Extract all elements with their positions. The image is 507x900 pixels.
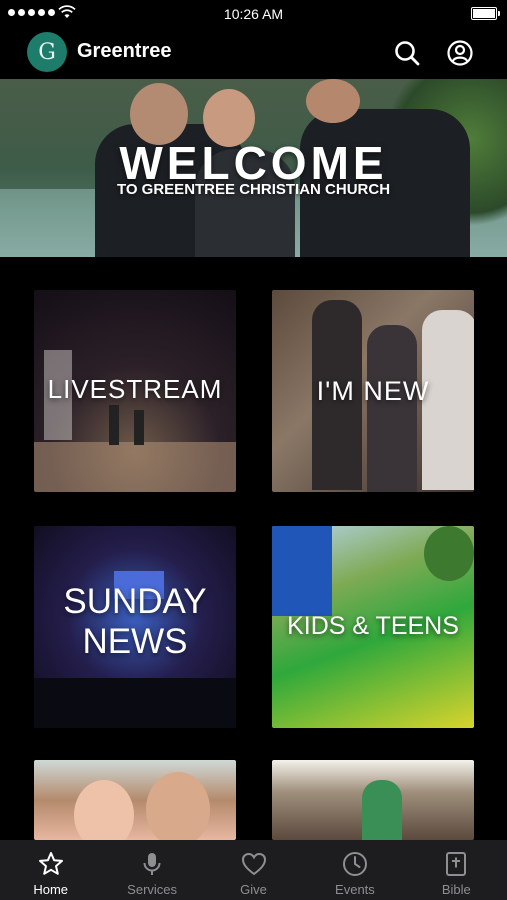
logo-letter: G [38,39,56,65]
church-logo[interactable]: G [27,32,67,72]
tab-home[interactable]: Home [0,840,101,900]
app-title: Greentree [77,40,172,62]
tab-bible-label: Bible [441,882,471,897]
im-new-label: I'M NEW [316,376,430,406]
battery-icon [471,7,500,20]
tab-bar: Home Services Give Events Bible [0,840,507,900]
tab-give-label: Give [240,882,267,897]
bible-icon [446,852,467,876]
status-time: 10:26 AM [223,6,284,22]
tab-bible[interactable]: Bible [406,840,507,900]
kids-teens-tile[interactable]: KIDS & TEENS [272,526,474,728]
account-icon[interactable] [446,39,474,67]
star-icon [38,852,63,875]
mission-photo-tile[interactable] [272,760,474,840]
heart-icon [241,852,266,876]
welcome-subtitle: TO GREENTREE CHRISTIAN CHURCH [116,181,391,198]
app-header: G Greentree [0,28,507,78]
tab-home-label: Home [33,882,69,897]
tab-events-label: Events [335,882,375,897]
couple-photo-tile[interactable] [34,760,236,840]
microphone-icon [143,853,161,875]
tab-give[interactable]: Give [203,840,304,900]
tab-services[interactable]: Services [101,840,202,900]
kids-teens-label: KIDS & TEENS [287,612,459,640]
tab-events[interactable]: Events [304,840,405,900]
tab-services-label: Services [127,882,178,897]
sunday-news-label: SUNDAY NEWS [63,582,207,661]
livestream-label: LIVESTREAM [47,374,223,404]
status-bar: 10:26 AM [0,0,507,28]
clock-icon [342,852,367,876]
sunday-news-tile[interactable]: SUNDAY NEWS [34,526,236,728]
livestream-tile[interactable]: LIVESTREAM [34,290,236,492]
im-new-tile[interactable]: I'M NEW [272,290,474,492]
search-icon[interactable] [393,39,421,67]
